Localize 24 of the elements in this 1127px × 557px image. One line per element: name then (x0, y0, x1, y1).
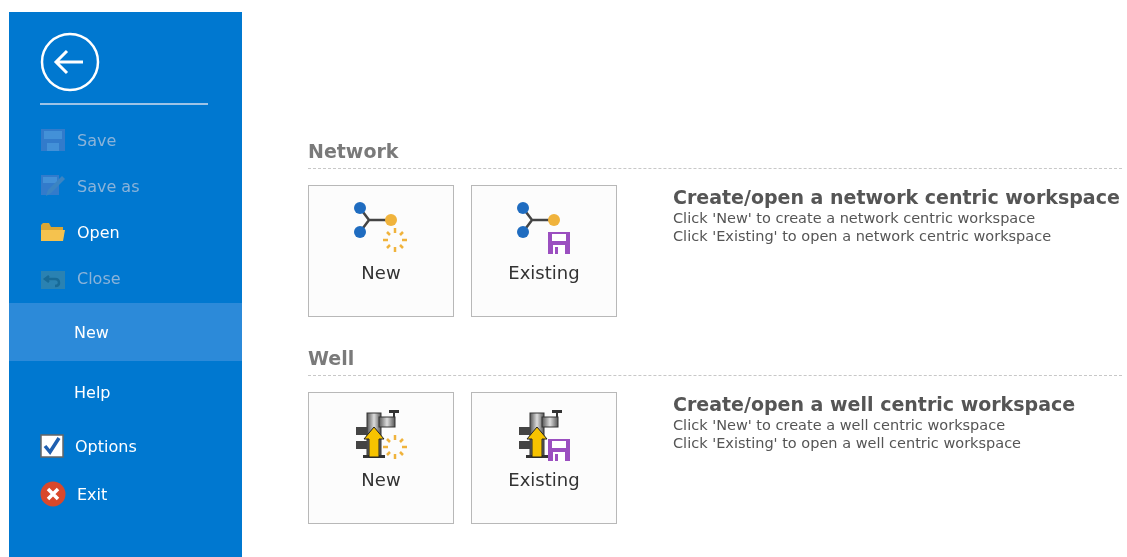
folder-icon (40, 221, 66, 243)
back-button[interactable] (40, 32, 100, 92)
description-text: Click 'New' to create a well centric workspace (673, 417, 1007, 433)
tile-button[interactable]: New (308, 185, 454, 317)
menu-item[interactable]: New (9, 303, 242, 361)
network-floppy-icon (516, 200, 572, 256)
description-title: Create/open a network centric workspace (673, 186, 1120, 208)
tile-button[interactable]: New (308, 392, 454, 524)
description-text: Click 'Existing' to open a well centric workspace (673, 435, 1023, 451)
menu-item[interactable]: Exit (9, 471, 242, 517)
pump-floppy-icon (516, 407, 572, 463)
description-text: Click 'Existing' to open a network centric workspace (673, 228, 1053, 244)
menu-item[interactable]: Options (9, 421, 242, 471)
menu-item[interactable]: Open (9, 209, 242, 255)
description-title: Create/open a well centric workspace (673, 393, 1076, 415)
floppy-pencil-icon (40, 174, 66, 198)
checkbox-icon (40, 434, 64, 458)
section-heading: Network (308, 140, 1122, 169)
menu-item[interactable]: Help (9, 363, 242, 421)
tile-button[interactable]: Existing (471, 392, 617, 524)
close-icon (40, 481, 66, 507)
description-text: Click 'New' to create a network centric workspace (673, 210, 1037, 226)
section-heading: Well (308, 347, 1122, 376)
tile-button[interactable]: Existing (471, 185, 617, 317)
